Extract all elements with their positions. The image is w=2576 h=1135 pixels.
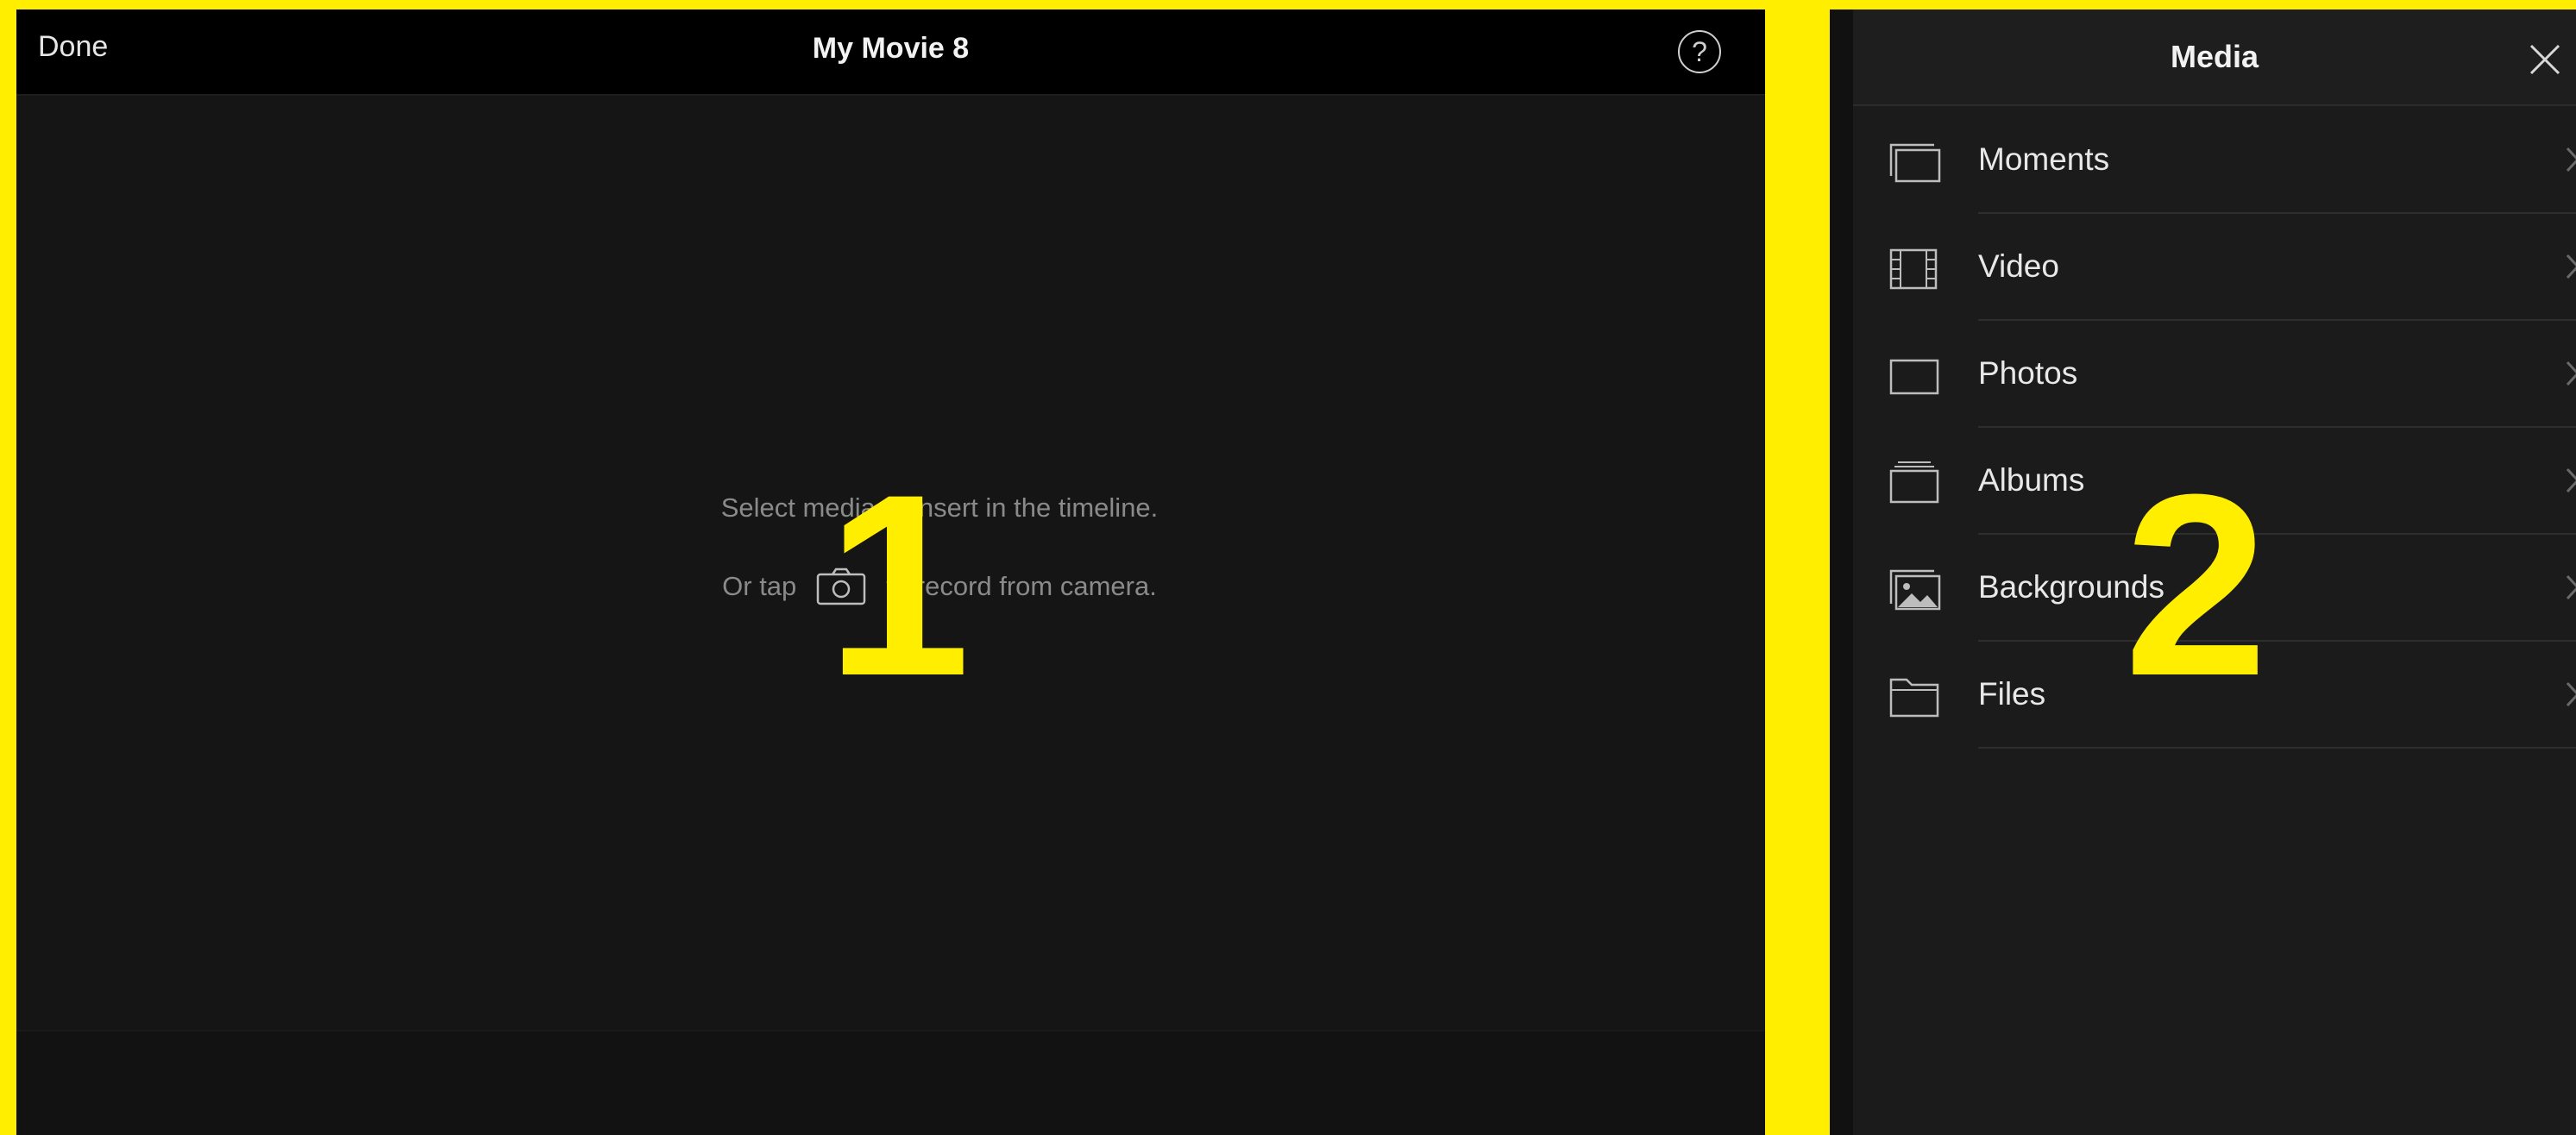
timeline-area	[16, 1030, 1765, 1135]
step-marker-1: 1	[826, 440, 971, 730]
media-item-label: Files	[1978, 676, 2046, 712]
panel-edge	[1830, 9, 1853, 1135]
chevron-right-icon	[2566, 680, 2576, 709]
folder-icon	[1888, 674, 1943, 719]
help-icon[interactable]: ?	[1678, 30, 1721, 73]
chevron-right-icon	[2566, 466, 2576, 495]
media-title: Media	[2170, 39, 2259, 74]
media-header: Media	[1853, 9, 2576, 106]
close-icon[interactable]	[2526, 41, 2564, 78]
media-item-label: Photos	[1978, 355, 2078, 391]
media-item-video[interactable]: Video	[1853, 214, 2576, 321]
chevron-right-icon	[2566, 573, 2576, 602]
photo-frame-icon	[1888, 354, 1943, 398]
media-item-label: Albums	[1978, 462, 2085, 498]
editor-header: Done My Movie 8 ?	[16, 9, 1765, 96]
moments-icon	[1888, 140, 1943, 185]
project-title: My Movie 8	[812, 32, 970, 65]
chevron-right-icon	[2566, 359, 2576, 388]
media-item-label: Moments	[1978, 141, 2110, 177]
film-icon	[1888, 247, 1943, 292]
step-marker-2: 2	[2124, 440, 2268, 730]
media-item-label: Video	[1978, 248, 2059, 284]
chevron-right-icon	[2566, 252, 2576, 281]
albums-icon	[1888, 461, 1943, 505]
backgrounds-icon	[1888, 568, 1943, 612]
empty-message-prefix: Or tap	[722, 571, 797, 601]
media-item-photos[interactable]: Photos	[1853, 321, 2576, 428]
chevron-right-icon	[2566, 145, 2576, 174]
media-item-moments[interactable]: Moments	[1853, 107, 2576, 214]
divider	[1978, 747, 2576, 749]
